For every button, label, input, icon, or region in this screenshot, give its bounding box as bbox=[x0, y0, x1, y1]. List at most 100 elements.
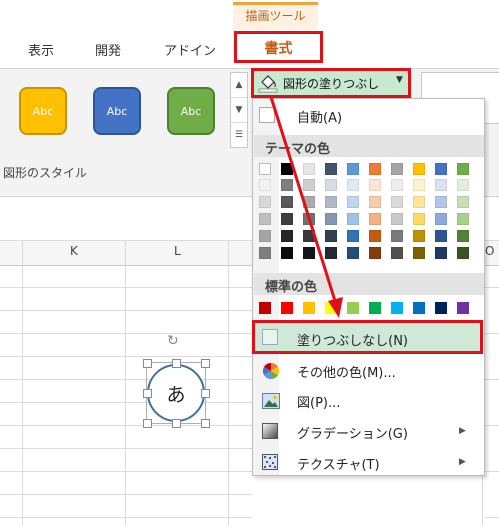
resize-handle[interactable] bbox=[201, 419, 210, 428]
menu-item-picture[interactable]: 図(P)... bbox=[297, 392, 340, 411]
resize-handle[interactable] bbox=[201, 359, 210, 368]
color-swatch[interactable] bbox=[457, 163, 469, 175]
color-swatch[interactable] bbox=[369, 196, 381, 208]
color-swatch[interactable] bbox=[347, 230, 359, 242]
column-header-o[interactable]: O bbox=[485, 244, 494, 258]
resize-handle[interactable] bbox=[143, 359, 152, 368]
color-swatch[interactable] bbox=[325, 302, 337, 314]
scroll-down-icon[interactable]: ▼ bbox=[231, 98, 247, 123]
color-swatch[interactable] bbox=[303, 230, 315, 242]
color-swatch[interactable] bbox=[457, 213, 469, 225]
color-swatch[interactable] bbox=[457, 247, 469, 259]
tab-addins[interactable]: アドイン bbox=[164, 40, 216, 59]
color-swatch[interactable] bbox=[457, 230, 469, 242]
color-swatch[interactable] bbox=[369, 302, 381, 314]
color-swatch[interactable] bbox=[259, 247, 271, 259]
color-swatch[interactable] bbox=[413, 230, 425, 242]
color-swatch[interactable] bbox=[281, 196, 293, 208]
tab-format[interactable]: 書式 bbox=[234, 38, 323, 58]
color-swatch[interactable] bbox=[303, 163, 315, 175]
menu-item-auto[interactable]: 自動(A) bbox=[297, 107, 342, 126]
color-swatch[interactable] bbox=[369, 179, 381, 191]
color-swatch[interactable] bbox=[259, 213, 271, 225]
shape-style-yellow[interactable]: Abc bbox=[19, 87, 67, 135]
resize-handle[interactable] bbox=[172, 419, 181, 428]
rotate-handle-icon[interactable]: ↻ bbox=[167, 333, 179, 349]
shape-text[interactable]: あ bbox=[147, 380, 205, 407]
style-gallery-scrollbar[interactable]: ▲ ▼ ☰ bbox=[230, 72, 248, 148]
shape-style-green[interactable]: Abc bbox=[167, 87, 215, 135]
color-swatch[interactable] bbox=[435, 196, 447, 208]
color-swatch[interactable] bbox=[391, 163, 403, 175]
color-swatch[interactable] bbox=[457, 196, 469, 208]
color-swatch[interactable] bbox=[435, 163, 447, 175]
menu-item-gradient[interactable]: グラデーション(G) bbox=[297, 423, 408, 442]
color-swatch[interactable] bbox=[391, 196, 403, 208]
color-swatch[interactable] bbox=[413, 179, 425, 191]
grid-line bbox=[0, 425, 252, 426]
color-swatch[interactable] bbox=[413, 163, 425, 175]
color-swatch[interactable] bbox=[325, 196, 337, 208]
resize-handle[interactable] bbox=[143, 389, 152, 398]
color-swatch[interactable] bbox=[391, 302, 403, 314]
color-swatch[interactable] bbox=[281, 163, 293, 175]
color-swatch[interactable] bbox=[435, 247, 447, 259]
color-swatch[interactable] bbox=[325, 213, 337, 225]
color-swatch[interactable] bbox=[391, 230, 403, 242]
resize-handle[interactable] bbox=[143, 419, 152, 428]
color-swatch[interactable] bbox=[413, 213, 425, 225]
color-swatch[interactable] bbox=[391, 179, 403, 191]
color-swatch[interactable] bbox=[347, 196, 359, 208]
color-swatch[interactable] bbox=[303, 247, 315, 259]
gallery-more-icon[interactable]: ☰ bbox=[231, 123, 247, 147]
color-swatch[interactable] bbox=[347, 163, 359, 175]
color-swatch[interactable] bbox=[303, 302, 315, 314]
tab-developer[interactable]: 開発 bbox=[95, 40, 121, 59]
color-swatch[interactable] bbox=[259, 302, 271, 314]
color-swatch[interactable] bbox=[391, 213, 403, 225]
color-swatch[interactable] bbox=[369, 163, 381, 175]
menu-item-texture[interactable]: テクスチャ(T) bbox=[297, 454, 380, 473]
color-swatch[interactable] bbox=[369, 247, 381, 259]
color-swatch[interactable] bbox=[259, 230, 271, 242]
color-swatch[interactable] bbox=[281, 230, 293, 242]
color-swatch[interactable] bbox=[391, 247, 403, 259]
color-swatch[interactable] bbox=[303, 213, 315, 225]
color-swatch[interactable] bbox=[435, 179, 447, 191]
color-swatch[interactable] bbox=[457, 179, 469, 191]
color-swatch[interactable] bbox=[435, 230, 447, 242]
column-header-l[interactable]: L bbox=[174, 244, 181, 258]
color-swatch[interactable] bbox=[325, 247, 337, 259]
color-swatch[interactable] bbox=[413, 196, 425, 208]
tab-view[interactable]: 表示 bbox=[28, 40, 54, 59]
shape-style-blue[interactable]: Abc bbox=[93, 87, 141, 135]
resize-handle[interactable] bbox=[201, 389, 210, 398]
scroll-up-icon[interactable]: ▲ bbox=[231, 73, 247, 98]
column-header-k[interactable]: K bbox=[70, 244, 78, 258]
color-swatch[interactable] bbox=[457, 302, 469, 314]
color-swatch[interactable] bbox=[281, 247, 293, 259]
color-swatch[interactable] bbox=[369, 213, 381, 225]
color-swatch[interactable] bbox=[347, 213, 359, 225]
color-swatch[interactable] bbox=[259, 163, 271, 175]
menu-item-other-colors[interactable]: その他の色(M)... bbox=[297, 362, 396, 381]
color-swatch[interactable] bbox=[259, 179, 271, 191]
color-swatch[interactable] bbox=[413, 247, 425, 259]
color-swatch[interactable] bbox=[369, 230, 381, 242]
resize-handle[interactable] bbox=[172, 359, 181, 368]
color-swatch[interactable] bbox=[347, 179, 359, 191]
color-swatch[interactable] bbox=[281, 302, 293, 314]
color-swatch[interactable] bbox=[325, 230, 337, 242]
color-swatch[interactable] bbox=[281, 179, 293, 191]
color-swatch[interactable] bbox=[347, 302, 359, 314]
color-swatch[interactable] bbox=[325, 163, 337, 175]
color-swatch[interactable] bbox=[413, 302, 425, 314]
color-swatch[interactable] bbox=[259, 196, 271, 208]
color-swatch[interactable] bbox=[325, 179, 337, 191]
color-swatch[interactable] bbox=[435, 213, 447, 225]
color-swatch[interactable] bbox=[303, 179, 315, 191]
color-swatch[interactable] bbox=[347, 247, 359, 259]
color-swatch[interactable] bbox=[281, 213, 293, 225]
color-swatch[interactable] bbox=[303, 196, 315, 208]
color-swatch[interactable] bbox=[435, 302, 447, 314]
